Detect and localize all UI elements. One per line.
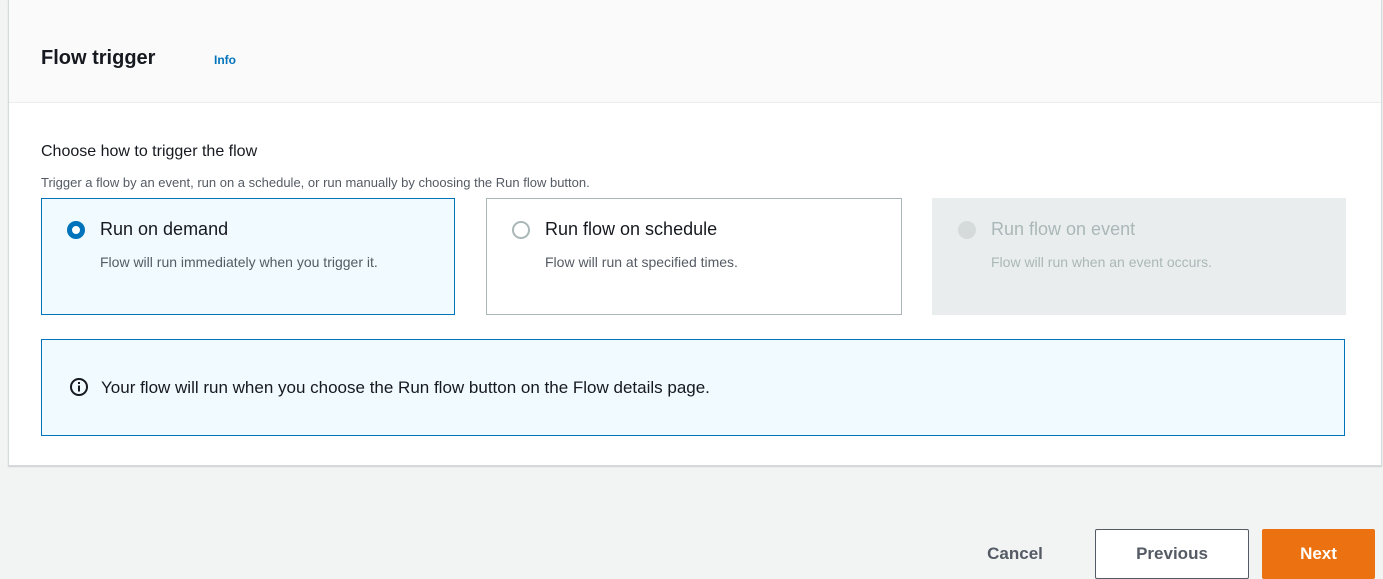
tile-title-run-flow-on-schedule: Run flow on schedule <box>545 219 718 239</box>
tile-description-run-on-demand: Flow will run immediately when you trigg… <box>100 254 378 270</box>
info-icon <box>70 378 88 396</box>
page-title: Flow trigger <box>41 47 156 69</box>
trigger-field-label: Choose how to trigger the flow <box>41 143 258 160</box>
cancel-button[interactable]: Cancel <box>960 529 1070 579</box>
panel-header: Flow trigger Info <box>9 0 1381 103</box>
tile-run-on-demand[interactable]: Run on demand Flow will run immediately … <box>41 198 455 315</box>
tile-title-run-flow-on-event: Run flow on event <box>991 219 1136 239</box>
radio-run-on-demand[interactable] <box>67 221 85 239</box>
trigger-field-description: Trigger a flow by an event, run on a sch… <box>41 175 590 190</box>
tile-run-flow-on-event: Run flow on event Flow will run when an … <box>932 198 1346 315</box>
tile-run-flow-on-schedule[interactable]: Run flow on schedule Flow will run at sp… <box>486 198 902 315</box>
info-alert: Your flow will run when you choose the R… <box>41 339 1345 436</box>
next-button[interactable]: Next <box>1262 529 1375 579</box>
tile-description-run-flow-on-schedule: Flow will run at specified times. <box>545 254 738 270</box>
previous-button[interactable]: Previous <box>1095 529 1249 579</box>
radio-run-flow-on-schedule[interactable] <box>512 221 530 239</box>
tile-description-run-flow-on-event: Flow will run when an event occurs. <box>991 254 1212 270</box>
radio-run-flow-on-event <box>958 221 976 239</box>
info-link[interactable]: Info <box>214 52 236 68</box>
tile-title-run-on-demand: Run on demand <box>100 219 229 239</box>
alert-message: Your flow will run when you choose the R… <box>101 378 710 397</box>
flow-trigger-panel: Flow trigger Info Choose how to trigger … <box>8 0 1382 466</box>
